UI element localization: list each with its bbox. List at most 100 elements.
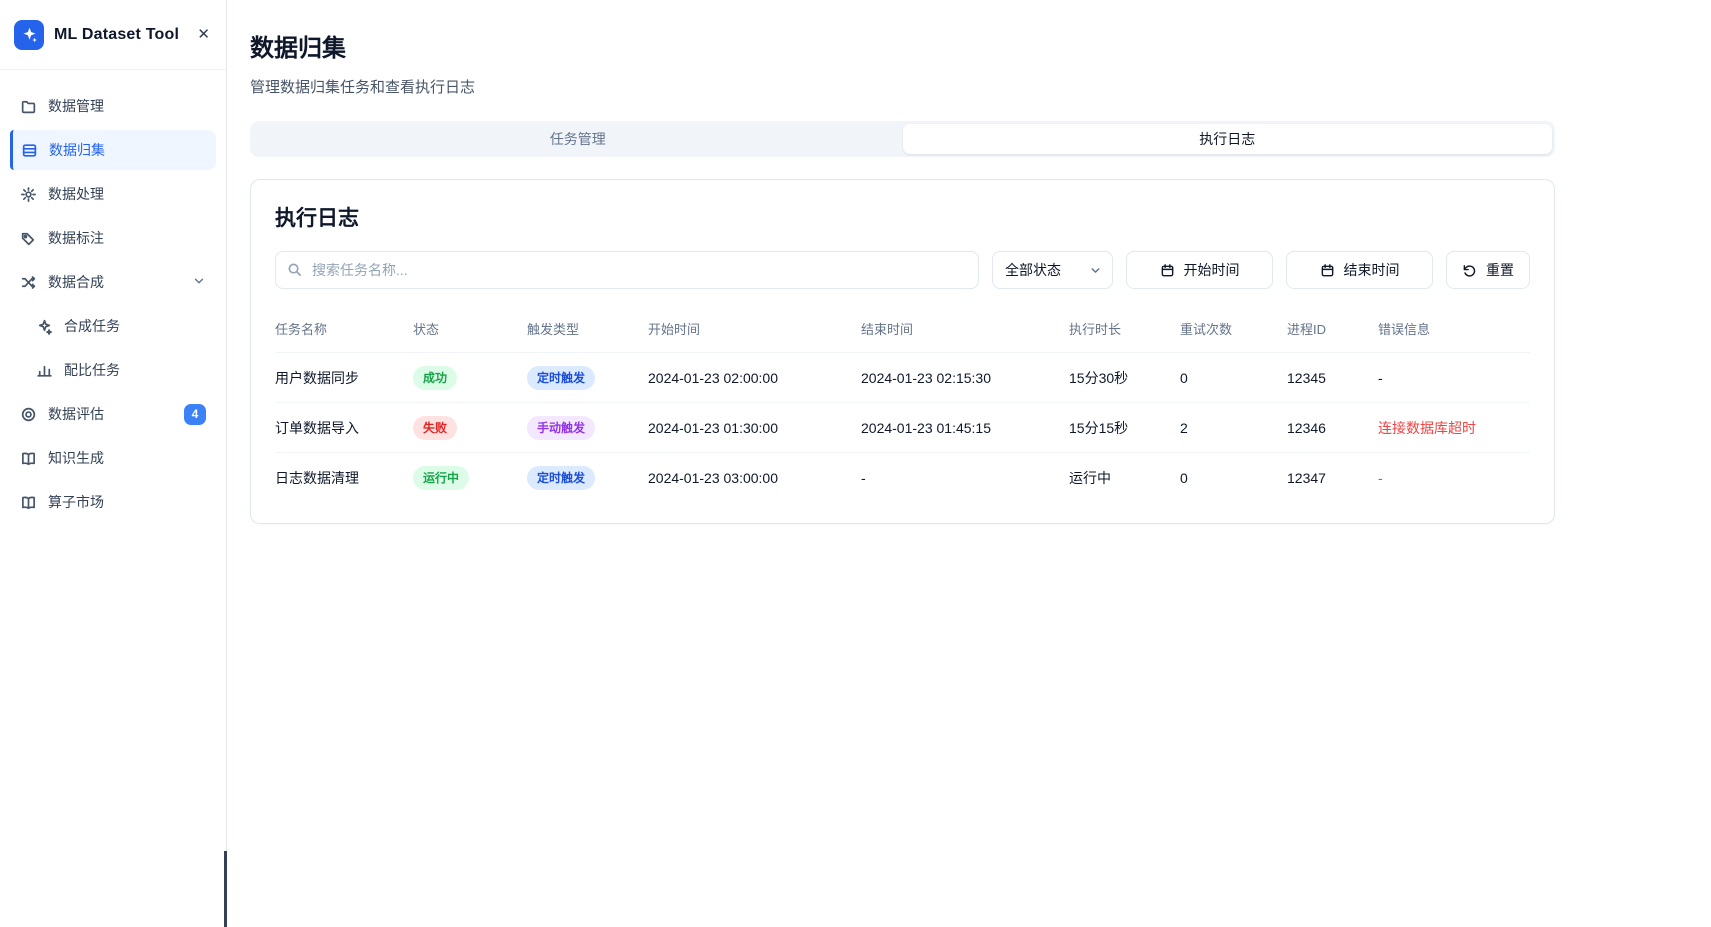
cell-start-time: 2024-01-23 01:30:00 xyxy=(648,403,861,453)
tab-execution-log[interactable]: 执行日志 xyxy=(903,124,1553,154)
search-input[interactable] xyxy=(275,251,979,289)
column-header: 进程ID xyxy=(1287,313,1378,353)
column-header: 错误信息 xyxy=(1378,313,1530,353)
cell-error: - xyxy=(1378,353,1530,403)
chevron-down-icon xyxy=(1089,264,1102,277)
shuffle-icon xyxy=(20,274,37,291)
reset-icon xyxy=(1462,263,1477,278)
reset-button[interactable]: 重置 xyxy=(1446,251,1530,289)
cell-error: 连接数据库超时 xyxy=(1378,403,1530,453)
execution-log-table: 任务名称 状态 触发类型 开始时间 结束时间 执行时长 重试次数 进程ID 错误… xyxy=(275,313,1530,503)
page-title: 数据归集 xyxy=(250,28,1555,63)
sidebar-item-label: 数据评估 xyxy=(48,404,104,424)
cell-task-name: 订单数据导入 xyxy=(275,403,413,453)
chevron-down-icon xyxy=(192,274,206,291)
sidebar-item-label: 算子市场 xyxy=(48,492,104,512)
cell-start-time: 2024-01-23 02:00:00 xyxy=(648,353,861,403)
status-badge: 失败 xyxy=(413,416,457,440)
collect-icon xyxy=(21,142,38,159)
book-icon xyxy=(20,450,37,467)
sidebar-item-label: 数据管理 xyxy=(48,96,104,116)
column-header: 状态 xyxy=(413,313,527,353)
end-time-label: 结束时间 xyxy=(1344,260,1400,280)
sidebar-close-button[interactable]: ✕ xyxy=(195,25,212,44)
cell-end-time: 2024-01-23 02:15:30 xyxy=(861,353,1069,403)
calendar-icon xyxy=(1320,263,1335,278)
sidebar-item-label: 知识生成 xyxy=(48,448,104,468)
cell-task-name: 用户数据同步 xyxy=(275,353,413,403)
sidebar-item-data-collection[interactable]: 数据归集 xyxy=(10,130,216,170)
app-title: ML Dataset Tool xyxy=(54,26,185,44)
cell-process-id: 12345 xyxy=(1287,353,1378,403)
sidebar-item-label: 配比任务 xyxy=(64,360,120,380)
start-time-label: 开始时间 xyxy=(1184,260,1240,280)
target-icon xyxy=(20,406,37,423)
cell-process-id: 12347 xyxy=(1287,453,1378,503)
status-filter-value: 全部状态 xyxy=(1005,260,1061,280)
column-header: 结束时间 xyxy=(861,313,1069,353)
sidebar-item-label: 数据归集 xyxy=(49,140,105,160)
bar-chart-icon xyxy=(36,362,53,379)
search-icon xyxy=(287,262,302,277)
sidebar-item-ratio-task[interactable]: 配比任务 xyxy=(26,350,216,390)
cell-start-time: 2024-01-23 03:00:00 xyxy=(648,453,861,503)
sidebar-item-label: 数据合成 xyxy=(48,272,104,292)
status-badge: 成功 xyxy=(413,366,457,390)
column-header: 任务名称 xyxy=(275,313,413,353)
sidebar-header: ML Dataset Tool ✕ xyxy=(0,0,226,70)
column-header: 执行时长 xyxy=(1069,313,1180,353)
trigger-badge: 定时触发 xyxy=(527,366,595,390)
cell-retries: 0 xyxy=(1180,353,1287,403)
cell-duration: 15分15秒 xyxy=(1069,403,1180,453)
execution-log-card: 执行日志 全部状态 开始时间 结束时间 重置 xyxy=(250,179,1555,524)
sidebar-item-data-annotation[interactable]: 数据标注 xyxy=(10,218,216,258)
sidebar-item-label: 合成任务 xyxy=(64,316,120,336)
tab-task-management[interactable]: 任务管理 xyxy=(253,124,903,154)
column-header: 开始时间 xyxy=(648,313,861,353)
gear-icon xyxy=(20,186,37,203)
sparkle-icon xyxy=(36,318,53,335)
card-title: 执行日志 xyxy=(275,202,1530,232)
calendar-icon xyxy=(1160,263,1175,278)
tag-icon xyxy=(20,230,37,247)
table-row: 订单数据导入 失败 手动触发 2024-01-23 01:30:00 2024-… xyxy=(275,403,1530,453)
cell-duration: 15分30秒 xyxy=(1069,353,1180,403)
sidebar-item-synthesis-task[interactable]: 合成任务 xyxy=(26,306,216,346)
status-filter-select[interactable]: 全部状态 xyxy=(992,251,1113,289)
sidebar-item-data-management[interactable]: 数据管理 xyxy=(10,86,216,126)
cell-error: - xyxy=(1378,453,1530,503)
status-badge: 运行中 xyxy=(413,466,469,490)
filter-bar: 全部状态 开始时间 结束时间 重置 xyxy=(275,251,1530,289)
start-time-button[interactable]: 开始时间 xyxy=(1126,251,1273,289)
sidebar-scrollbar-thumb[interactable] xyxy=(224,851,227,927)
tab-bar: 任务管理 执行日志 xyxy=(250,121,1555,157)
sidebar-item-knowledge-generation[interactable]: 知识生成 xyxy=(10,438,216,478)
market-icon xyxy=(20,494,37,511)
sidebar-item-data-processing[interactable]: 数据处理 xyxy=(10,174,216,214)
sidebar: ML Dataset Tool ✕ 数据管理 数据归集 数据处理 数据标注 数据… xyxy=(0,0,227,927)
cell-end-time: - xyxy=(861,453,1069,503)
sidebar-item-data-evaluation[interactable]: 数据评估 4 xyxy=(10,394,216,434)
trigger-badge: 手动触发 xyxy=(527,416,595,440)
sidebar-item-label: 数据处理 xyxy=(48,184,104,204)
table-row: 日志数据清理 运行中 定时触发 2024-01-23 03:00:00 - 运行… xyxy=(275,453,1530,503)
cell-end-time: 2024-01-23 01:45:15 xyxy=(861,403,1069,453)
app-logo-icon xyxy=(14,20,44,50)
table-row: 用户数据同步 成功 定时触发 2024-01-23 02:00:00 2024-… xyxy=(275,353,1530,403)
reset-label: 重置 xyxy=(1486,260,1514,280)
main-content: 数据归集 管理数据归集任务和查看执行日志 任务管理 执行日志 执行日志 全部状态… xyxy=(227,0,1711,927)
cell-retries: 0 xyxy=(1180,453,1287,503)
table-header-row: 任务名称 状态 触发类型 开始时间 结束时间 执行时长 重试次数 进程ID 错误… xyxy=(275,313,1530,353)
evaluation-count-badge: 4 xyxy=(184,404,206,425)
search-box xyxy=(275,251,979,289)
sidebar-item-data-synthesis[interactable]: 数据合成 xyxy=(10,262,216,302)
cell-duration: 运行中 xyxy=(1069,453,1180,503)
folder-icon xyxy=(20,98,37,115)
cell-process-id: 12346 xyxy=(1287,403,1378,453)
sidebar-nav: 数据管理 数据归集 数据处理 数据标注 数据合成 合成任务 配比任 xyxy=(0,70,226,538)
column-header: 重试次数 xyxy=(1180,313,1287,353)
end-time-button[interactable]: 结束时间 xyxy=(1286,251,1433,289)
column-header: 触发类型 xyxy=(527,313,648,353)
trigger-badge: 定时触发 xyxy=(527,466,595,490)
sidebar-item-operator-market[interactable]: 算子市场 xyxy=(10,482,216,522)
